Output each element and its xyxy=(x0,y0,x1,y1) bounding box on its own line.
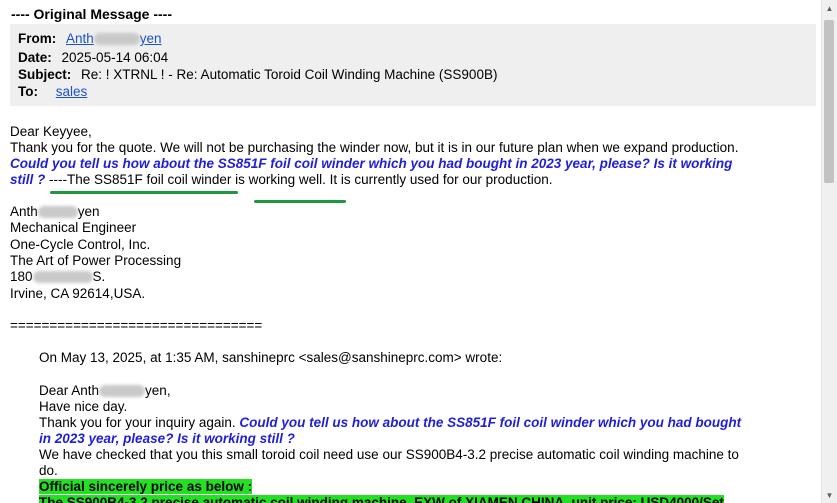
green-underline-1 xyxy=(50,191,238,194)
reply-text: Thank you for the quote. We will not be … xyxy=(10,140,739,155)
quoted-greeting-end: yen, xyxy=(145,383,171,398)
quoted-greeting: Dear Anth yen, xyxy=(39,383,171,399)
sig-name-end: yen xyxy=(77,204,100,219)
sig-address-end: S. xyxy=(92,269,106,284)
sig-name-start: Anth xyxy=(10,204,38,219)
quoted-question-line-2: in 2023 year, please? Is it working stil… xyxy=(39,431,295,446)
email-content: ---- Original Message ---- From: Anth yen… xyxy=(0,0,822,503)
redaction-blur xyxy=(99,385,146,398)
quoted-question-text: Could you tell us how about the SS851F f… xyxy=(239,415,742,430)
signature-tagline: The Art of Power Processing xyxy=(10,253,182,268)
price-heading: Official sincerely price as below : xyxy=(39,479,253,495)
green-underline-2 xyxy=(254,200,346,203)
price-line-text: The SS900B4-3.2 precise automatic coil w… xyxy=(39,495,724,503)
separator: ================================ xyxy=(10,318,263,333)
quoted-question-line-1: Thank you for your inquiry again. Could … xyxy=(39,415,741,431)
price-heading-text: Official sincerely price as below : xyxy=(39,479,253,494)
message-header: From: Anth yen Date: 2025-05-14 06:04 Sub… xyxy=(10,24,816,106)
question-line-2: still ? xyxy=(10,172,46,187)
from-row: From: Anth yen xyxy=(18,30,162,48)
signature-name: Anth yen xyxy=(10,204,100,220)
signature-title: Mechanical Engineer xyxy=(10,220,137,235)
answer-line: still ? ----The SS851F foil coil winder … xyxy=(10,172,552,188)
greeting: Dear Keyyee, xyxy=(10,124,92,139)
from-name-end: yen xyxy=(139,31,162,46)
quoted-checked-line-2: do. xyxy=(39,463,58,478)
date-value: 2025-05-14 06:04 xyxy=(61,50,169,65)
subject-label: Subject: xyxy=(18,67,72,82)
quoted-nice-day: Have nice day. xyxy=(39,399,128,414)
signature-address: 180 S. xyxy=(10,269,105,285)
redaction-blur xyxy=(93,33,140,46)
quoted-greeting-start: Dear Anth xyxy=(39,383,100,398)
scroll-down-icon[interactable]: ▼ xyxy=(822,487,837,503)
to-link[interactable]: sales xyxy=(56,84,88,99)
subject-row: Subject: Re: ! XTRNL ! - Re: Automatic T… xyxy=(18,66,497,84)
sig-address-start: 180 xyxy=(10,269,33,284)
scroll-thumb[interactable] xyxy=(824,20,834,183)
signature-city: Irvine, CA 92614,USA. xyxy=(10,286,146,301)
price-line: The SS900B4-3.2 precise automatic coil w… xyxy=(39,495,724,503)
vertical-scrollbar[interactable]: ▲ ▼ xyxy=(821,0,837,503)
subject-value: Re: ! XTRNL ! - Re: Automatic Toroid Coi… xyxy=(81,67,498,82)
from-link[interactable]: Anth yen xyxy=(66,31,162,46)
to-row: To: sales xyxy=(18,83,87,101)
signature-company: One-Cycle Control, Inc. xyxy=(10,237,151,252)
from-name-start: Anth xyxy=(66,31,94,46)
date-label: Date: xyxy=(18,50,52,65)
scroll-up-icon[interactable]: ▲ xyxy=(822,0,837,16)
original-message-title: ---- Original Message ---- xyxy=(11,6,173,22)
date-row: Date: 2025-05-14 06:04 xyxy=(18,49,168,67)
question-line-1: Could you tell us how about the SS851F f… xyxy=(10,156,733,171)
quoted-thanks: Thank you for your inquiry again. xyxy=(39,415,240,430)
quoted-checked-line-1: We have checked that you this small toro… xyxy=(39,447,739,462)
redaction-blur xyxy=(32,271,93,284)
redaction-blur xyxy=(37,206,78,219)
quoted-wrote-line: On May 13, 2025, at 1:35 AM, sanshineprc… xyxy=(39,350,503,365)
answer-tail: It is currently used for our production. xyxy=(325,172,553,187)
from-label: From: xyxy=(18,31,57,46)
to-label: To: xyxy=(18,84,38,99)
answer-text: ----The SS851F foil coil winder is worki… xyxy=(45,172,326,187)
